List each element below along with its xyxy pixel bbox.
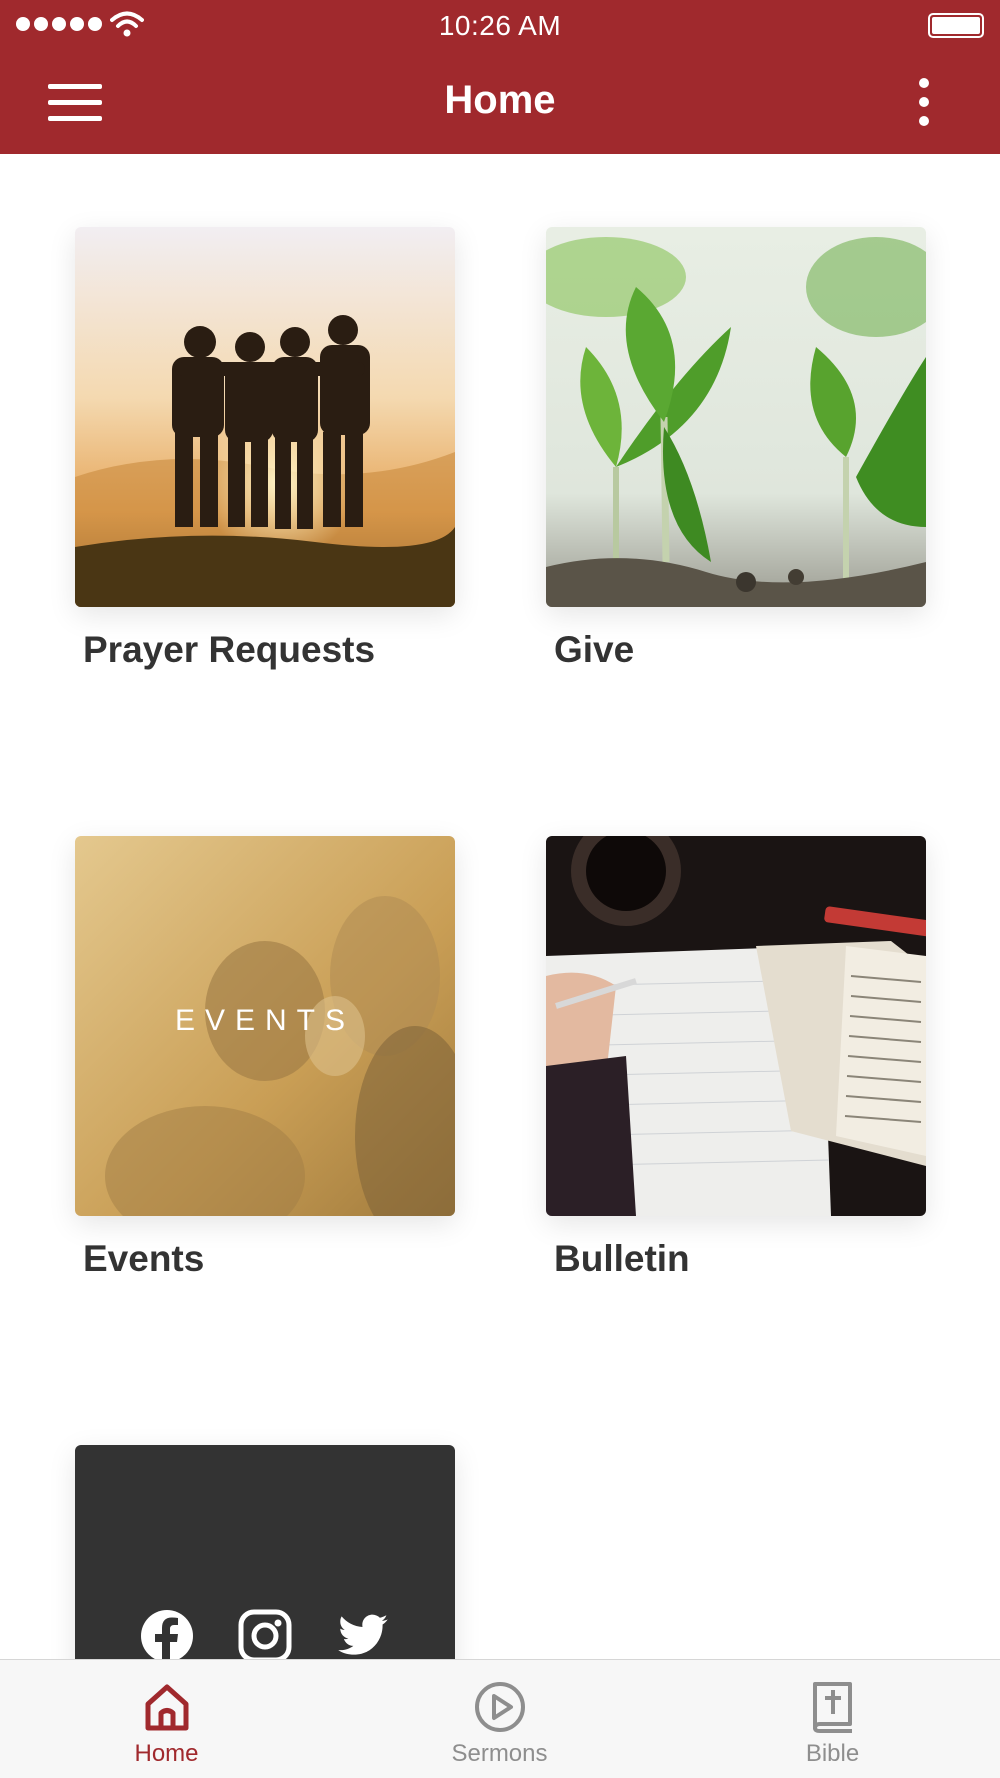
more-options-icon[interactable] — [902, 72, 946, 132]
tab-label: Bible — [805, 1740, 860, 1767]
events-overlay-text: EVENTS — [174, 1004, 356, 1037]
social-icons — [75, 1609, 455, 1659]
tab-label: Sermons — [451, 1740, 548, 1767]
friends-sunset-photo — [75, 227, 455, 607]
battery-icon — [928, 13, 984, 38]
bottom-tab-bar: Home Sermons Bible — [0, 1659, 1000, 1778]
play-circle-icon — [473, 1680, 527, 1734]
status-time: 10:26 AM — [438, 10, 562, 41]
tile-label: Bulletin — [554, 1238, 690, 1279]
home-icon — [140, 1680, 194, 1734]
tile-bulletin[interactable]: Bulletin — [546, 836, 926, 1280]
tile-give[interactable]: Give — [546, 227, 926, 671]
facebook-icon[interactable] — [140, 1609, 194, 1659]
tab-bible[interactable]: Bible — [666, 1660, 999, 1778]
page-title: Home — [444, 78, 556, 122]
twitter-icon[interactable] — [336, 1609, 390, 1659]
tile-label: Give — [554, 629, 635, 670]
open-bible-notebook-photo — [546, 836, 926, 1216]
tile-label: Prayer Requests — [83, 629, 376, 670]
seedling-sprouts-photo — [546, 227, 926, 607]
instagram-icon[interactable] — [238, 1609, 292, 1659]
tab-home[interactable]: Home — [0, 1660, 333, 1778]
tab-label: Home — [134, 1740, 199, 1767]
home-grid: Prayer Requests Give EVENTS Events Bulle… — [0, 154, 1000, 1659]
tile-label: Events — [83, 1238, 205, 1279]
tile-prayer-requests[interactable]: Prayer Requests — [75, 227, 455, 671]
app-header: Home — [0, 50, 1000, 154]
status-bar: 10:26 AM — [0, 0, 1000, 50]
bible-icon — [806, 1680, 860, 1734]
social-media-card — [75, 1445, 455, 1659]
events-photo: EVENTS — [75, 836, 455, 1216]
tab-sermons[interactable]: Sermons — [333, 1660, 666, 1778]
tile-social-media[interactable] — [75, 1445, 455, 1659]
tile-events[interactable]: EVENTS Events — [75, 836, 455, 1280]
